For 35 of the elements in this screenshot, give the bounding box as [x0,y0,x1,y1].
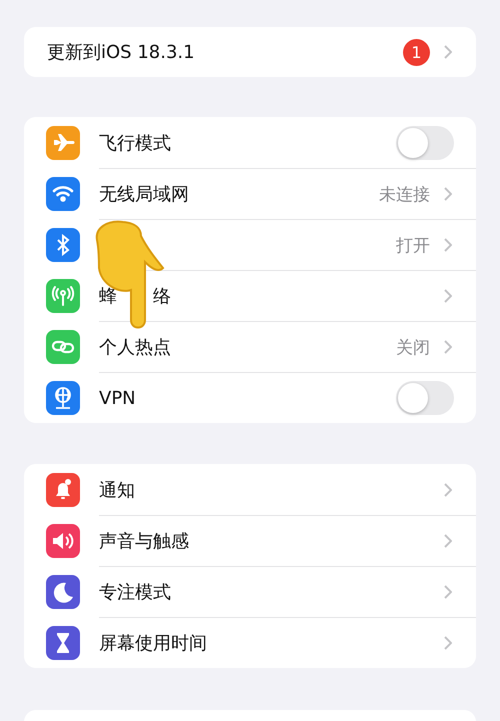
settings-row[interactable]: 屏幕使用时间 [24,617,476,668]
row-label: 声音与触感 [99,530,189,553]
chevron-icon [444,636,452,650]
chevron-icon [444,340,452,354]
settings-row[interactable]: 飞行模式 [24,117,476,168]
row-value: 关闭 [396,336,430,358]
row-label: VPN [99,388,136,408]
notification-badge: 1 [403,38,430,66]
row-label: 专注模式 [99,581,171,604]
row-label: 通知 [99,478,135,502]
chevron-icon [444,585,452,599]
settings-row[interactable]: 个人热点 关闭 [24,321,476,372]
row-label: 个人热点 [99,336,171,359]
settings-row[interactable]: VPN [24,372,476,423]
row-label: 飞行模式 [99,132,171,154]
row-label: 络 [153,285,171,308]
chevron-icon [444,534,452,548]
chevron-icon [444,289,452,303]
row-value: 未连接 [379,184,430,206]
row-value: 打开 [396,234,430,256]
row-label: 无线局域网 [99,183,189,206]
chevron-icon [444,45,452,59]
toggle-switch[interactable] [396,381,454,415]
settings-row[interactable]: 声音与触感 [24,515,476,566]
update-label: 更新到iOS 18.3.1 [47,41,196,64]
settings-row[interactable]: 通知 [24,464,476,515]
chevron-icon [444,482,452,496]
update-row[interactable]: 更新到iOS 18.3.1 1 [24,27,476,77]
chevron-icon [444,187,452,201]
settings-row[interactable]: 专注模式 [24,566,476,617]
row-label: 屏幕使用时间 [99,632,207,655]
settings-row[interactable]: 无线局域网 未连接 [24,168,476,219]
row-label: 蜂 [99,285,117,308]
chevron-icon [444,238,452,252]
toggle-switch[interactable] [396,126,454,160]
